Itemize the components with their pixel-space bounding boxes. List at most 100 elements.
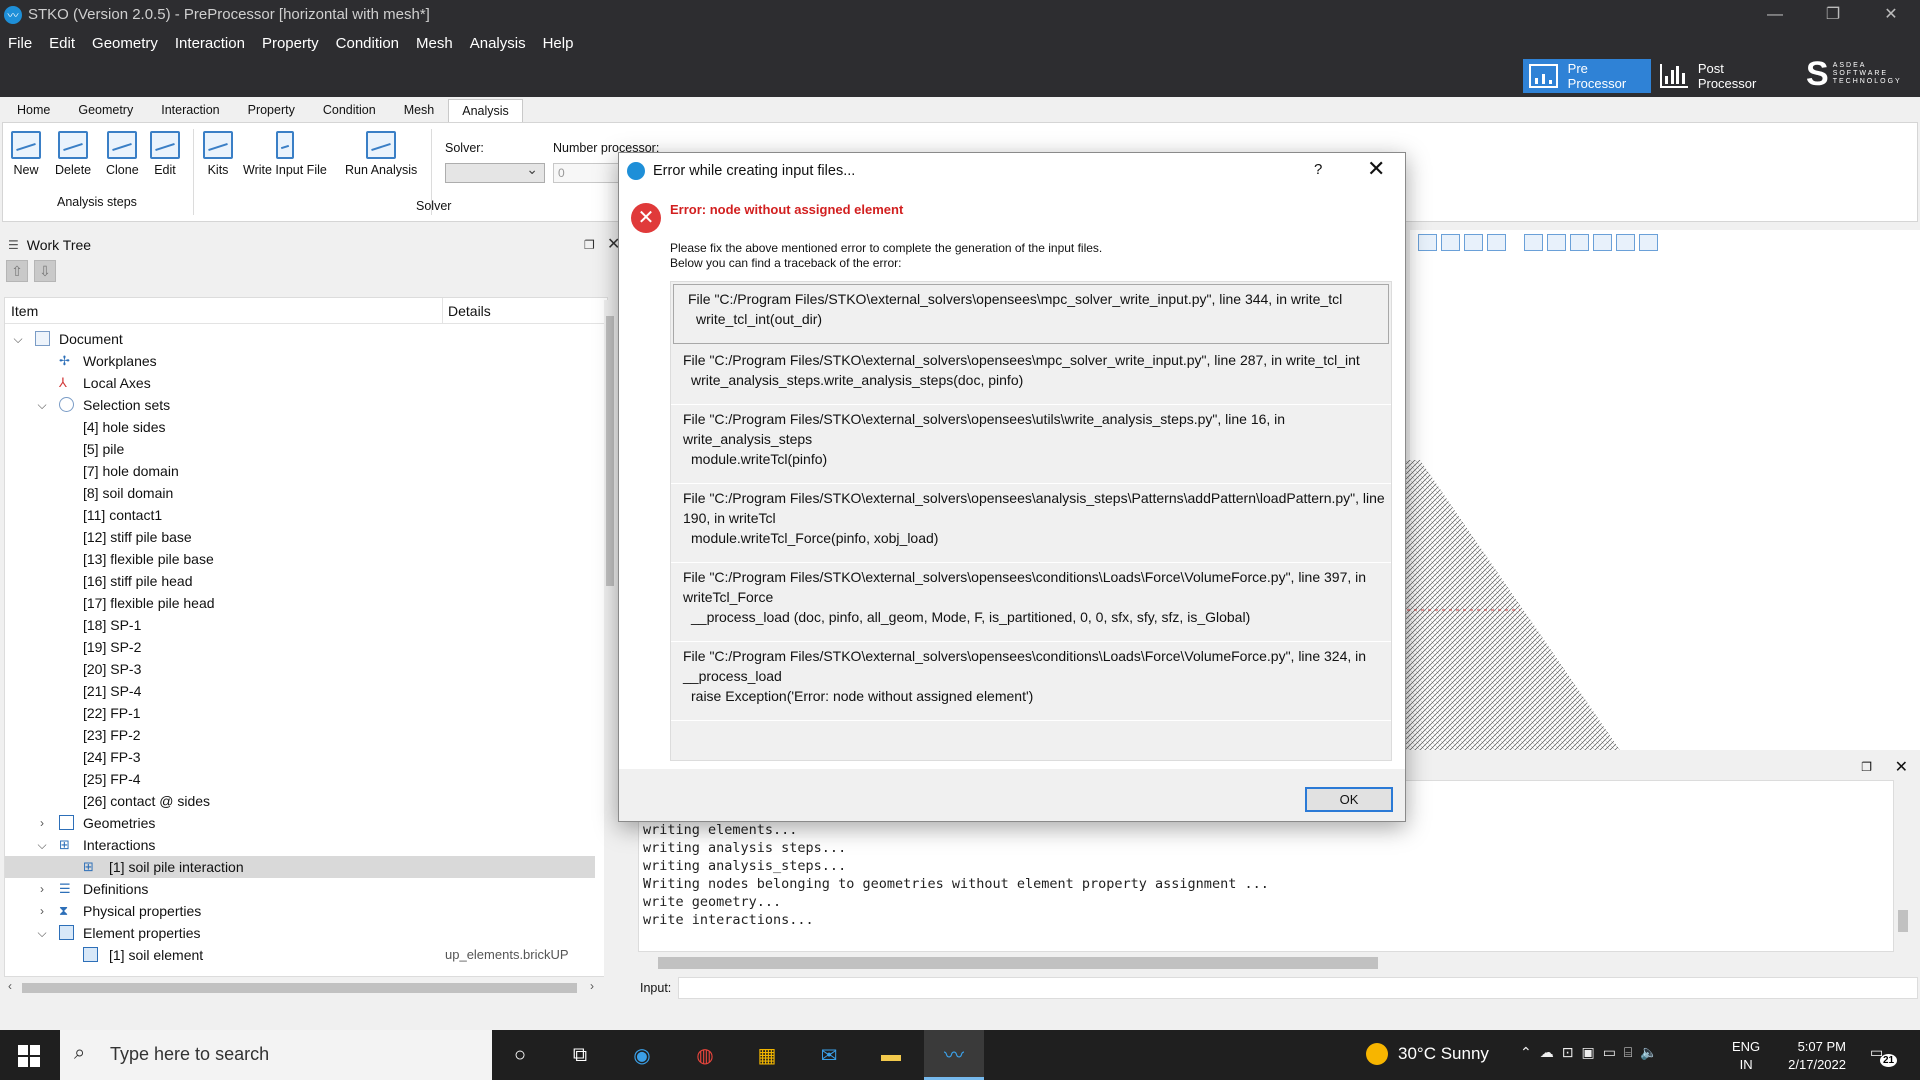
chevron-down-icon[interactable]: ⌵ xyxy=(11,328,25,350)
tree-item-set[interactable]: [7] hole domain xyxy=(5,460,595,482)
tab-geometry[interactable]: Geometry xyxy=(64,98,147,123)
view-icon[interactable] xyxy=(1464,234,1483,251)
notification-center-icon[interactable]: ▭ 21 xyxy=(1870,1044,1898,1067)
tree-item-set[interactable]: [20] SP-3 xyxy=(5,658,595,680)
tree-item-geometries[interactable]: › Geometries xyxy=(5,812,595,834)
menu-interaction[interactable]: Interaction xyxy=(175,35,245,52)
scroll-left-icon[interactable]: ‹ xyxy=(8,979,12,993)
tree-item-set[interactable]: [26] contact @ sides xyxy=(5,790,595,812)
minimize-button[interactable]: — xyxy=(1746,0,1804,29)
traceback-frame[interactable]: File "C:/Program Files/STKO\external_sol… xyxy=(671,484,1391,563)
pre-processor-button[interactable]: Pre Processor xyxy=(1523,59,1651,93)
tree-item-set[interactable]: [24] FP-3 xyxy=(5,746,595,768)
tab-home[interactable]: Home xyxy=(3,98,64,123)
tree-item-set[interactable]: [18] SP-1 xyxy=(5,614,595,636)
view-icon[interactable] xyxy=(1639,234,1658,251)
task-view-icon[interactable]: ⧉ xyxy=(565,1040,595,1070)
menu-condition[interactable]: Condition xyxy=(336,35,399,52)
traceback-frame[interactable]: File "C:/Program Files/STKO\external_sol… xyxy=(671,405,1391,484)
console-close-icon[interactable]: ✕ xyxy=(1895,757,1908,777)
weather-widget[interactable]: 30°C Sunny xyxy=(1366,1043,1489,1065)
chrome-browser-icon[interactable]: ◍ xyxy=(690,1040,720,1070)
tree-item-set[interactable]: [21] SP-4 xyxy=(5,680,595,702)
tree-item-set[interactable]: [22] FP-1 xyxy=(5,702,595,724)
new-step-button[interactable]: New xyxy=(11,131,41,177)
view-icon[interactable] xyxy=(1418,234,1437,251)
column-item[interactable]: Item xyxy=(11,303,38,319)
tree-item-set[interactable]: [19] SP-2 xyxy=(5,636,595,658)
system-tray-icons[interactable]: ⌃☁⊡▣▭⌸🔈 xyxy=(1520,1044,1666,1061)
tab-mesh[interactable]: Mesh xyxy=(390,98,449,123)
dialog-close-button[interactable]: ✕ xyxy=(1367,156,1385,182)
chevron-right-icon[interactable]: › xyxy=(35,812,49,834)
tree-item-set[interactable]: [16] stiff pile head xyxy=(5,570,595,592)
scroll-right-icon[interactable]: › xyxy=(590,979,594,993)
restore-button[interactable]: ❐ xyxy=(1804,0,1862,29)
edit-step-button[interactable]: Edit xyxy=(150,131,180,177)
menu-file[interactable]: File xyxy=(8,35,32,52)
tree-item-element-properties[interactable]: ⌵ Element properties xyxy=(5,922,595,944)
chevron-right-icon[interactable]: › xyxy=(35,878,49,900)
column-details[interactable]: Details xyxy=(448,303,491,319)
chevron-down-icon[interactable]: ⌵ xyxy=(35,834,49,856)
tree-item-set[interactable]: [5] pile xyxy=(5,438,595,460)
menu-geometry[interactable]: Geometry xyxy=(92,35,158,52)
tab-property[interactable]: Property xyxy=(234,98,309,123)
view-icon[interactable] xyxy=(1547,234,1566,251)
kits-button[interactable]: Kits xyxy=(203,131,233,177)
tree-item-workplanes[interactable]: ✢ Workplanes xyxy=(5,350,595,372)
run-analysis-button[interactable]: Run Analysis xyxy=(345,131,417,177)
chevron-right-icon[interactable]: › xyxy=(35,900,49,922)
menu-mesh[interactable]: Mesh xyxy=(416,35,453,52)
menu-property[interactable]: Property xyxy=(262,35,319,52)
tree-item-local-axes[interactable]: ⅄ Local Axes xyxy=(5,372,595,394)
post-processor-button[interactable]: Post Processor xyxy=(1654,59,1784,93)
cortana-icon[interactable]: ○ xyxy=(505,1040,535,1070)
tree-item-selection-sets[interactable]: ⌵ Selection sets xyxy=(5,394,595,416)
traceback-frame[interactable]: File "C:/Program Files/STKO\external_sol… xyxy=(671,346,1391,405)
ok-button[interactable]: OK xyxy=(1305,787,1393,812)
view-icon[interactable] xyxy=(1570,234,1589,251)
tree-item-set[interactable]: [13] flexible pile base xyxy=(5,548,595,570)
mail-icon[interactable]: ✉ xyxy=(814,1040,844,1070)
console-horizontal-scrollbar[interactable] xyxy=(638,954,1894,972)
taskbar-search[interactable]: ⌕ Type here to search xyxy=(60,1030,492,1080)
tree-item-set[interactable]: [11] contact1 xyxy=(5,504,595,526)
view-icon[interactable] xyxy=(1616,234,1635,251)
file-explorer-icon[interactable]: ▬ xyxy=(876,1040,906,1070)
delete-step-button[interactable]: Delete xyxy=(55,131,91,177)
view-icon[interactable] xyxy=(1593,234,1612,251)
view-icon[interactable] xyxy=(1441,234,1460,251)
tree-item-document[interactable]: ⌵ Document xyxy=(5,328,595,350)
clone-step-button[interactable]: Clone xyxy=(106,131,139,177)
console-input-field[interactable] xyxy=(678,977,1918,999)
edge-browser-icon[interactable]: ◉ xyxy=(627,1040,657,1070)
work-tree-vertical-scrollbar[interactable] xyxy=(604,300,616,990)
write-input-file-button[interactable]: Write Input File xyxy=(243,131,327,177)
panel-float-icon[interactable]: ❐ xyxy=(584,238,595,252)
view-icon[interactable] xyxy=(1487,234,1506,251)
move-down-icon[interactable]: ⇩ xyxy=(34,260,56,282)
tree-item-set[interactable]: [23] FP-2 xyxy=(5,724,595,746)
console-float-icon[interactable]: ❐ xyxy=(1861,760,1872,774)
traceback-frame[interactable]: File "C:/Program Files/STKO\external_sol… xyxy=(673,284,1389,344)
solver-select[interactable] xyxy=(445,161,545,183)
tab-interaction[interactable]: Interaction xyxy=(147,98,233,123)
console-vertical-scrollbar[interactable] xyxy=(1896,780,1910,952)
number-processor-input[interactable]: 0 xyxy=(553,163,623,183)
menu-help[interactable]: Help xyxy=(543,35,574,52)
tree-item-element-1[interactable]: [1] soil element up_elements.brickUP xyxy=(5,944,595,966)
tree-item-definitions[interactable]: › ☰ Definitions xyxy=(5,878,595,900)
stko-taskbar-icon[interactable]: 〰 xyxy=(924,1030,984,1080)
clock[interactable]: 5:07 PM 2/17/2022 xyxy=(1770,1038,1846,1074)
help-button[interactable]: ? xyxy=(1314,161,1322,178)
menu-analysis[interactable]: Analysis xyxy=(470,35,526,52)
tree-item-set[interactable]: [8] soil domain xyxy=(5,482,595,504)
tree-item-physical-properties[interactable]: › ⧗ Physical properties xyxy=(5,900,595,922)
view-icon[interactable] xyxy=(1524,234,1543,251)
tab-condition[interactable]: Condition xyxy=(309,98,390,123)
microsoft-store-icon[interactable]: ▦ xyxy=(752,1040,782,1070)
tree-item-set[interactable]: [25] FP-4 xyxy=(5,768,595,790)
tree-item-set[interactable]: [4] hole sides xyxy=(5,416,595,438)
move-up-icon[interactable]: ⇧ xyxy=(6,260,28,282)
